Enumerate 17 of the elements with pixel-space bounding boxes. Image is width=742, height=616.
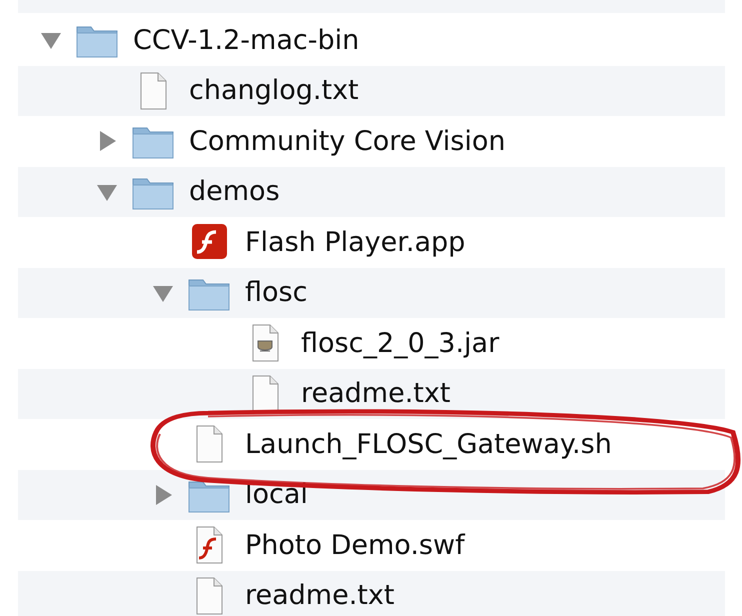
file-row[interactable]: readme.txt — [18, 570, 725, 616]
file-name: readme.txt — [245, 580, 394, 612]
file-name: flosc — [245, 277, 308, 308]
file-row[interactable]: readme.txt — [18, 368, 725, 419]
file-name: Launch_FLOSC_Gateway.sh — [245, 428, 612, 460]
file-row[interactable]: flosc — [18, 268, 725, 318]
file-name: CCV-1.2-mac-bin — [133, 24, 360, 56]
file-name: flosc_2_0_3.jar — [301, 328, 500, 359]
file-name: changlog.txt — [189, 75, 359, 106]
file-name: demos — [189, 176, 280, 208]
file-name: Photo Demo.swf — [245, 530, 465, 561]
file-name: Flash Player.app — [245, 226, 466, 258]
file-name: local — [245, 479, 308, 510]
file-row[interactable]: demos — [18, 166, 725, 217]
file-name: readme.txt — [301, 378, 450, 410]
file-row[interactable]: changlog.txt — [18, 66, 725, 116]
file-name: Community Core Vision — [189, 126, 506, 157]
